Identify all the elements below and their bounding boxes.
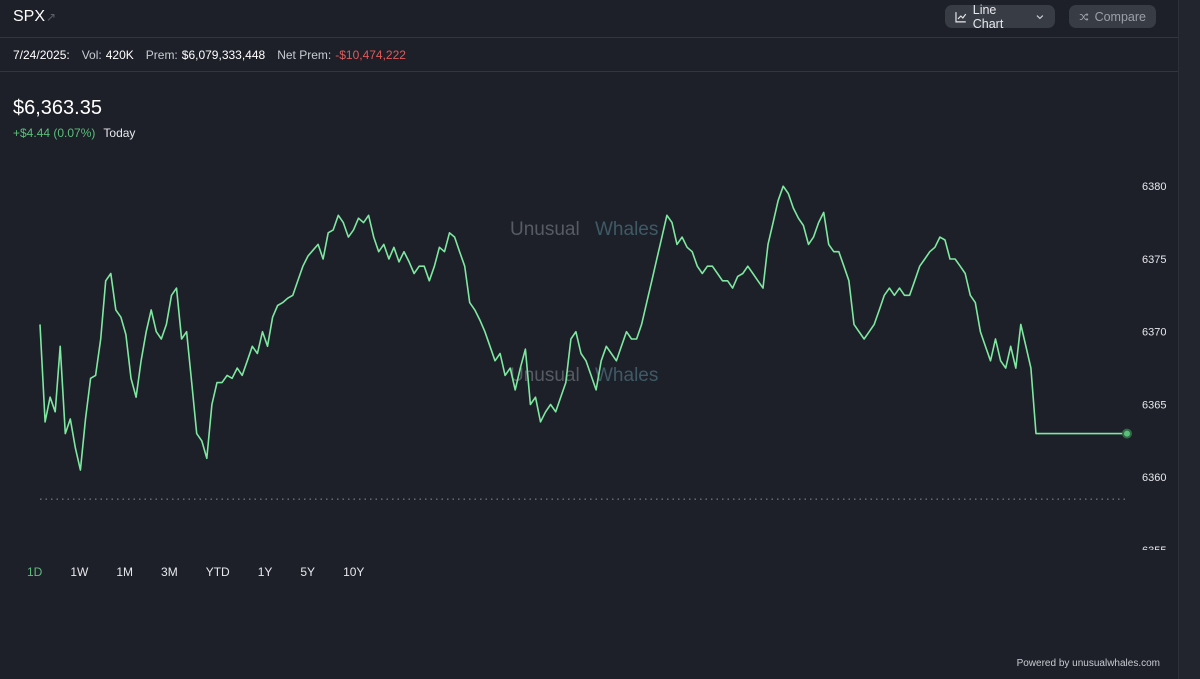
range-5y[interactable]: 5Y bbox=[293, 565, 322, 579]
stat-net-premium: Net Prem: -$10,474,222 bbox=[277, 48, 406, 62]
change-period: Today bbox=[103, 126, 136, 140]
y-tick-label: 6375 bbox=[1142, 254, 1166, 266]
watermark-word-2: Whales bbox=[595, 219, 658, 240]
stats-bar: 7/24/2025: Vol: 420K Prem: $6,079,333,44… bbox=[0, 39, 1178, 72]
scrollbar-track[interactable] bbox=[1178, 0, 1200, 679]
price-change-row: +$4.44 (0.07%) Today bbox=[13, 126, 135, 140]
range-3m[interactable]: 3M bbox=[154, 565, 185, 579]
price-change: +$4.44 (0.07%) bbox=[13, 126, 96, 140]
range-1y[interactable]: 1Y bbox=[251, 565, 280, 579]
stat-date: 7/24/2025: bbox=[13, 48, 70, 62]
external-link-icon[interactable]: ↗ bbox=[46, 10, 56, 24]
y-tick-label: 6380 bbox=[1142, 181, 1166, 193]
range-1m[interactable]: 1M bbox=[109, 565, 140, 579]
compare-button[interactable]: Compare bbox=[1069, 5, 1156, 28]
y-tick-label: 6360 bbox=[1142, 472, 1166, 484]
stat-premium-value: $6,079,333,448 bbox=[181, 48, 266, 62]
compare-label: Compare bbox=[1094, 9, 1146, 24]
stat-premium: Prem: $6,079,333,448 bbox=[146, 48, 265, 62]
line-chart-icon bbox=[955, 11, 967, 22]
ticker-symbol: SPX bbox=[13, 8, 46, 25]
range-10y[interactable]: 10Y bbox=[336, 565, 371, 579]
y-tick-label: 6370 bbox=[1142, 327, 1166, 339]
stat-volume-value: 420K bbox=[105, 48, 134, 62]
powered-by: Powered by unusualwhales.com bbox=[1016, 658, 1160, 669]
chevron-down-icon bbox=[1036, 14, 1044, 19]
stat-net-premium-value: -$10,474,222 bbox=[335, 48, 406, 62]
price-chart[interactable]: Unusual WhalesUnusual Whales 6380637563706… bbox=[0, 160, 1178, 550]
range-1d[interactable]: 1D bbox=[20, 565, 49, 579]
y-tick-label: 6355 bbox=[1142, 545, 1166, 550]
current-price: $6,363.35 bbox=[13, 97, 102, 119]
header: SPX ↗ Line Chart Compare bbox=[0, 0, 1178, 38]
y-tick-label: 6365 bbox=[1142, 399, 1166, 411]
y-axis: 6380 6375 6370 6365 6360 6355 bbox=[1142, 181, 1166, 550]
range-1w[interactable]: 1W bbox=[63, 565, 95, 579]
range-ytd[interactable]: YTD bbox=[199, 565, 237, 579]
stat-premium-label: Prem: bbox=[145, 48, 178, 62]
watermark-word-2: Whales bbox=[595, 365, 658, 386]
last-price-point[interactable] bbox=[1122, 428, 1132, 439]
stat-volume: Vol: 420K bbox=[82, 48, 134, 62]
watermark-word-1: Unusual bbox=[510, 219, 580, 240]
time-range-selector: 1D 1W 1M 3M YTD 1Y 5Y 10Y bbox=[20, 565, 385, 579]
watermark: Unusual WhalesUnusual Whales bbox=[510, 219, 658, 386]
stat-date-value: 7/24/2025: bbox=[13, 48, 70, 62]
chart-type-dropdown[interactable]: Line Chart bbox=[945, 2, 1055, 31]
price-line bbox=[39, 185, 1127, 471]
stat-volume-label: Vol: bbox=[81, 48, 102, 62]
chart-type-label: Line Chart bbox=[972, 2, 1004, 31]
shuffle-icon bbox=[1079, 12, 1089, 21]
stat-net-premium-label: Net Prem: bbox=[277, 48, 332, 62]
